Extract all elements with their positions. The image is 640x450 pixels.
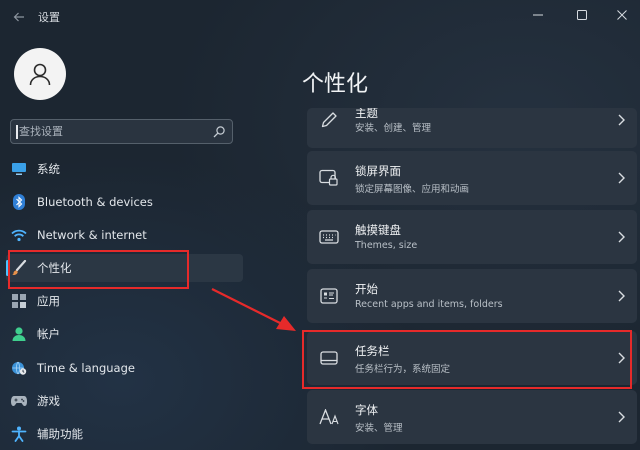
- sidebar-item-label: 帐户: [37, 327, 60, 341]
- card-subtitle: Themes, size: [355, 240, 418, 251]
- maximize-icon: [577, 10, 587, 20]
- card-subtitle: 安装、创建、管理: [355, 123, 432, 134]
- pen-icon: [319, 110, 339, 130]
- back-button[interactable]: [8, 6, 30, 28]
- brush-icon: [10, 259, 28, 277]
- page-title: 个性化: [302, 72, 369, 97]
- card-subtitle: 安装、管理: [355, 423, 403, 434]
- globe-clock-icon: [10, 359, 28, 377]
- sidebar-item-label: 系统: [37, 162, 60, 176]
- card-lock-screen[interactable]: 锁屏界面 锁定屏幕图像、应用和动画: [307, 151, 637, 205]
- bluetooth-icon: [10, 193, 28, 211]
- sidebar-item-label: 应用: [37, 294, 60, 308]
- sidebar-item-network[interactable]: Network & internet: [6, 221, 243, 249]
- chevron-right-icon: [618, 290, 625, 302]
- sidebar-item-system[interactable]: 系统: [6, 155, 243, 183]
- card-taskbar[interactable]: 任务栏 任务栏行为，系统固定: [307, 331, 637, 385]
- minimize-icon: [533, 14, 543, 16]
- keyboard-icon: [319, 227, 339, 247]
- sidebar-item-label: 游戏: [37, 394, 60, 408]
- account-icon: [10, 325, 28, 343]
- arrow-left-icon: [13, 12, 24, 22]
- user-icon: [29, 63, 51, 86]
- chevron-right-icon: [618, 231, 625, 243]
- card-subtitle: 任务栏行为，系统固定: [355, 364, 451, 375]
- window-controls: [516, 0, 640, 30]
- search-input[interactable]: [19, 121, 209, 142]
- sidebar-item-accounts[interactable]: 帐户: [6, 320, 243, 348]
- text-caret: [16, 125, 18, 139]
- close-button[interactable]: [604, 0, 640, 30]
- minimize-button[interactable]: [516, 0, 560, 30]
- card-title: 字体: [355, 403, 378, 417]
- chevron-right-icon: [618, 114, 625, 126]
- card-title: 任务栏: [355, 344, 390, 358]
- card-theme[interactable]: 主题 安装、创建、管理: [307, 108, 637, 148]
- close-icon: [617, 10, 627, 20]
- apps-grid-icon: [10, 292, 28, 310]
- chevron-right-icon: [618, 172, 625, 184]
- avatar[interactable]: [14, 48, 66, 100]
- card-title: 开始: [355, 282, 378, 296]
- start-menu-icon: [319, 286, 339, 306]
- gamepad-icon: [10, 392, 28, 410]
- card-title: 锁屏界面: [355, 164, 401, 178]
- chevron-right-icon: [618, 352, 625, 364]
- sidebar-item-label: 辅助功能: [37, 427, 83, 441]
- card-title: 触摸键盘: [355, 223, 401, 237]
- lock-screen-icon: [319, 168, 339, 188]
- sidebar-item-personalization[interactable]: 个性化: [6, 254, 243, 282]
- chevron-right-icon: [618, 411, 625, 423]
- card-fonts[interactable]: 字体 安装、管理: [307, 390, 637, 444]
- search-icon[interactable]: [212, 125, 226, 139]
- arrow-annotation-icon: [211, 288, 296, 331]
- search-box[interactable]: [10, 119, 233, 144]
- selection-indicator: [6, 260, 9, 276]
- card-touch-keyboard[interactable]: 触摸键盘 Themes, size: [307, 210, 637, 264]
- sidebar-item-time-language[interactable]: Time & language: [6, 354, 243, 382]
- title-bar: 设置: [0, 0, 640, 34]
- accessibility-icon: [10, 425, 28, 443]
- font-icon: [319, 407, 339, 427]
- sidebar-item-apps[interactable]: 应用: [6, 287, 243, 315]
- sidebar-item-gaming[interactable]: 游戏: [6, 387, 243, 415]
- sidebar-item-accessibility[interactable]: 辅助功能: [6, 420, 243, 448]
- maximize-button[interactable]: [560, 0, 604, 30]
- card-subtitle: 锁定屏幕图像、应用和动画: [355, 184, 470, 195]
- sidebar-item-label: Network & internet: [37, 228, 147, 242]
- sidebar-item-label: Bluetooth & devices: [37, 195, 153, 209]
- sidebar-item-label: Time & language: [37, 361, 135, 375]
- card-start[interactable]: 开始 Recent apps and items, folders: [307, 269, 637, 323]
- sidebar-item-label: 个性化: [37, 261, 72, 275]
- system-display-icon: [10, 160, 28, 178]
- window-title: 设置: [38, 11, 60, 24]
- wifi-icon: [10, 226, 28, 244]
- taskbar-icon: [319, 348, 339, 368]
- card-subtitle: Recent apps and items, folders: [355, 299, 503, 310]
- sidebar-item-bluetooth[interactable]: Bluetooth & devices: [6, 188, 243, 216]
